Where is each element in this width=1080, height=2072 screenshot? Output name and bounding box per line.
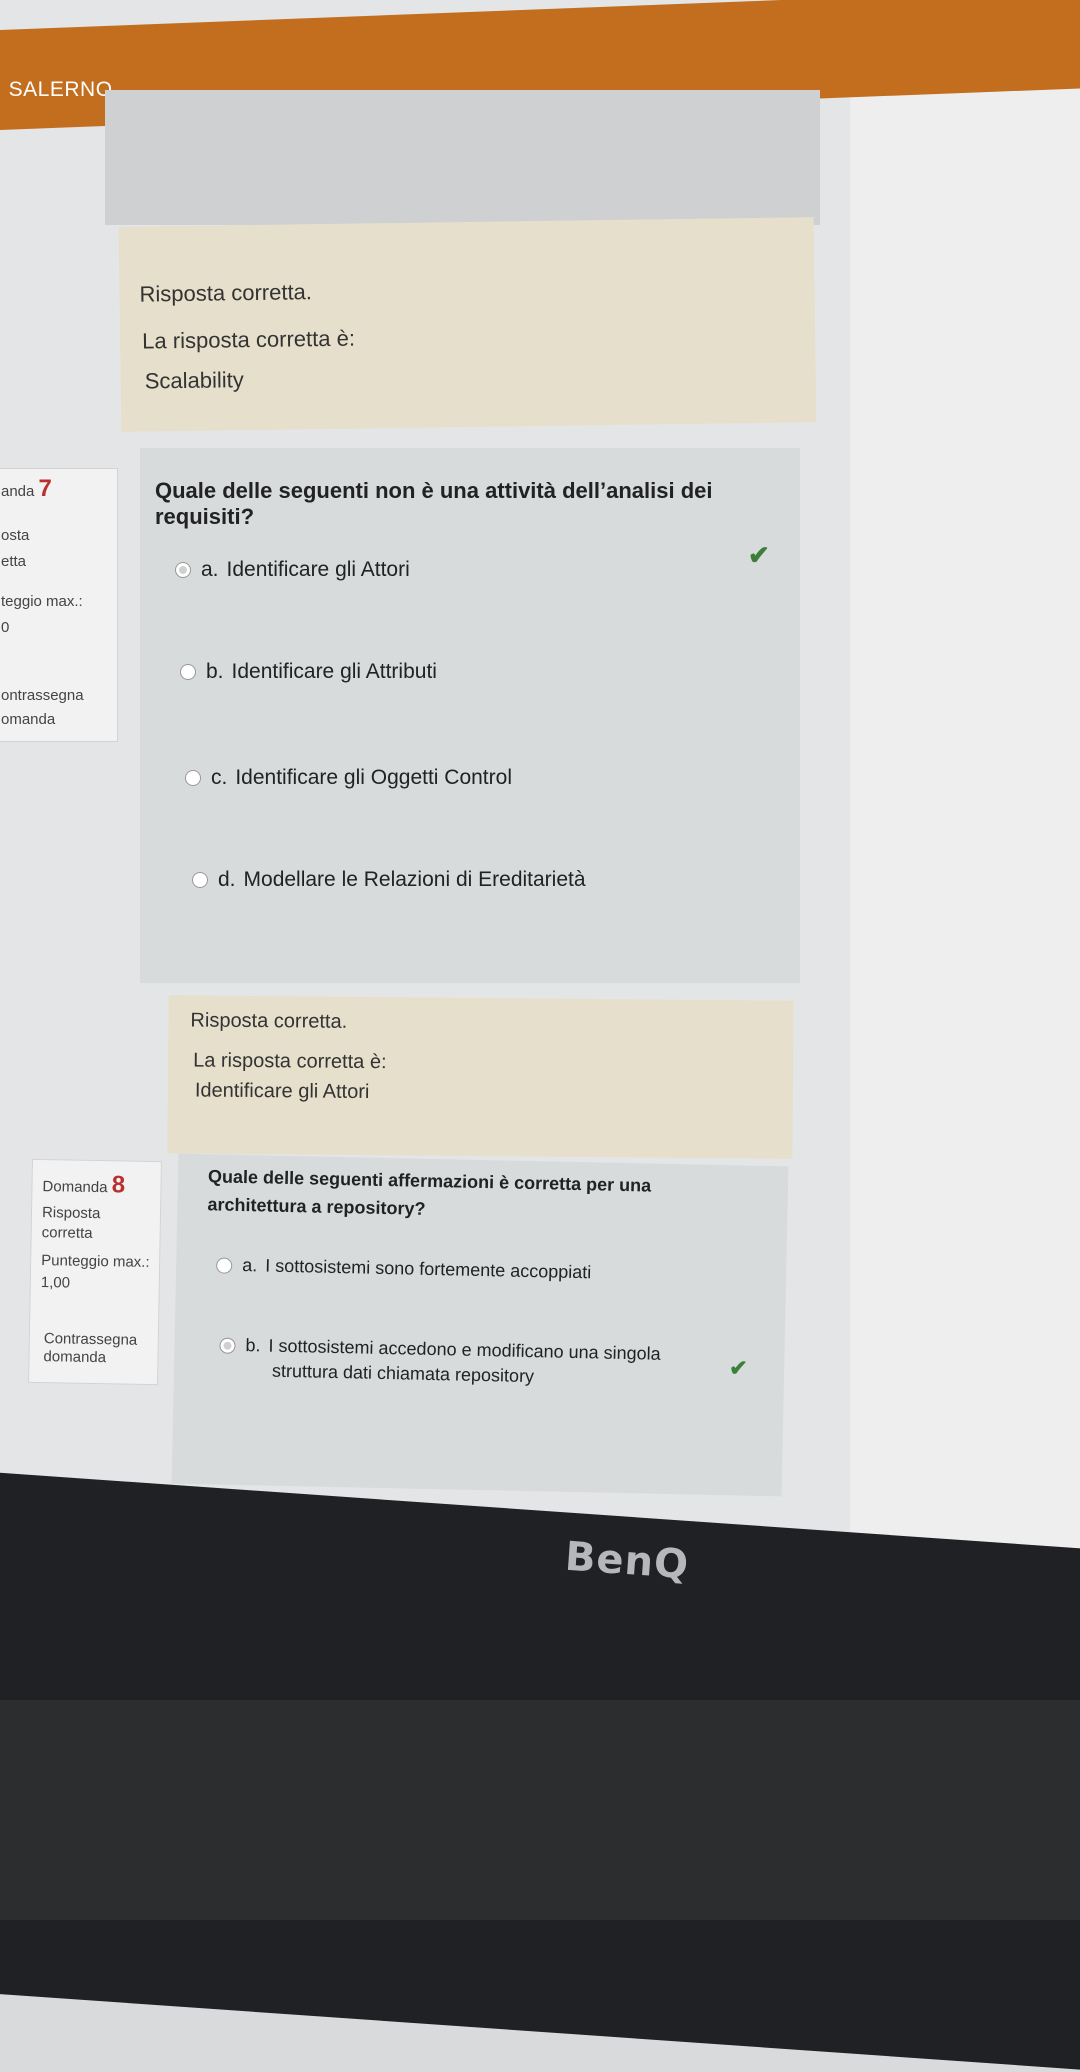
question-number: 7 (38, 475, 52, 502)
question-box-7: Quale delle seguenti non è una attività … (140, 448, 800, 983)
option-letter: d. (218, 868, 236, 891)
flag-question-link-2[interactable]: domanda (43, 1348, 106, 1366)
answer-option-b[interactable]: b. Identificare gli Attributi (180, 660, 437, 684)
feedback-label: La risposta corretta è: (142, 325, 356, 354)
radio-button[interactable] (185, 770, 201, 786)
option-letter: b. (206, 660, 224, 683)
content-header-strip (105, 90, 820, 225)
option-label: I sottosistemi accedono e modificano una… (268, 1335, 661, 1364)
flag-question-link-2[interactable]: omanda (1, 711, 55, 728)
answer-option-a[interactable]: a. I sottosistemi sono fortemente accopp… (216, 1254, 592, 1283)
flag-question-link[interactable]: Contrassegna (44, 1330, 138, 1349)
radio-button[interactable] (216, 1256, 233, 1274)
feedback-status: Risposta corretta. (139, 279, 313, 307)
option-letter: c. (211, 766, 228, 789)
site-brand[interactable]: I SALERNO (0, 78, 113, 102)
feedback-label: La risposta corretta è: (193, 1049, 387, 1074)
feedback-answer: Scalability (144, 367, 244, 394)
option-letter: a. (201, 558, 219, 581)
question-info-8: Domanda 8 Risposta corretta Punteggio ma… (28, 1158, 162, 1386)
option-label: Modellare le Relazioni di Ereditarietà (243, 868, 586, 891)
question-text: Quale delle seguenti non è una attività … (155, 478, 713, 529)
question-text-line-1: Quale delle seguenti affermazioni è corr… (207, 1166, 652, 1196)
option-letter: b. (245, 1335, 261, 1356)
feedback-question-7: Risposta corretta. La risposta corretta … (167, 995, 794, 1159)
info-line: 1,00 (40, 1274, 71, 1292)
question-text-line-2: architettura a repository? (207, 1194, 426, 1219)
option-label-continued: struttura dati chiamata repository (271, 1360, 535, 1387)
info-line: teggio max.: (1, 593, 83, 610)
monitor-brand-logo: BenQ (563, 1533, 691, 1589)
option-label: Identificare gli Attributi (231, 660, 437, 683)
answer-option-b-line-2: struttura dati chiamata repository (271, 1360, 535, 1387)
feedback-answer: Identificare gli Attori (194, 1079, 370, 1104)
question-number-label: anda (1, 483, 35, 500)
radio-button[interactable] (180, 664, 196, 680)
question-info-7: anda 7 osta etta teggio max.: 0 ontrasse… (0, 468, 118, 742)
question-number: 8 (111, 1171, 126, 1199)
info-line: etta (1, 553, 27, 570)
page: I SALERNO Risposta corretta. La risposta… (0, 0, 1080, 2072)
option-label: I sottosistemi sono fortemente accoppiat… (265, 1255, 592, 1283)
radio-button[interactable] (175, 562, 191, 578)
info-line: osta (1, 527, 30, 544)
answer-option-a[interactable]: a. Identificare gli Attori (175, 558, 410, 582)
answer-option-d[interactable]: d. Modellare le Relazioni di Ereditariet… (192, 868, 586, 892)
question-box-8: Quale delle seguenti affermazioni è corr… (171, 1153, 789, 1497)
info-line: corretta (41, 1224, 93, 1242)
option-label: Identificare gli Attori (226, 558, 410, 581)
info-line: 0 (1, 619, 10, 636)
radio-button[interactable] (192, 872, 208, 888)
flag-question-link[interactable]: ontrassegna (1, 687, 84, 704)
info-line: Risposta (41, 1204, 101, 1223)
option-label: Identificare gli Oggetti Control (235, 766, 512, 789)
question-number-label: Domanda (42, 1178, 108, 1197)
desk-area (0, 1700, 1080, 1920)
answer-option-c[interactable]: c. Identificare gli Oggetti Control (185, 766, 512, 790)
check-icon: ✔ (748, 540, 770, 570)
feedback-status: Risposta corretta. (190, 1009, 348, 1033)
check-icon: ✔ (728, 1355, 748, 1381)
option-letter: a. (241, 1255, 258, 1276)
feedback-previous: Risposta corretta. La risposta corretta … (118, 217, 817, 432)
right-column (850, 60, 1080, 1550)
info-line: Punteggio max.: (41, 1252, 150, 1271)
radio-button[interactable] (219, 1337, 236, 1354)
